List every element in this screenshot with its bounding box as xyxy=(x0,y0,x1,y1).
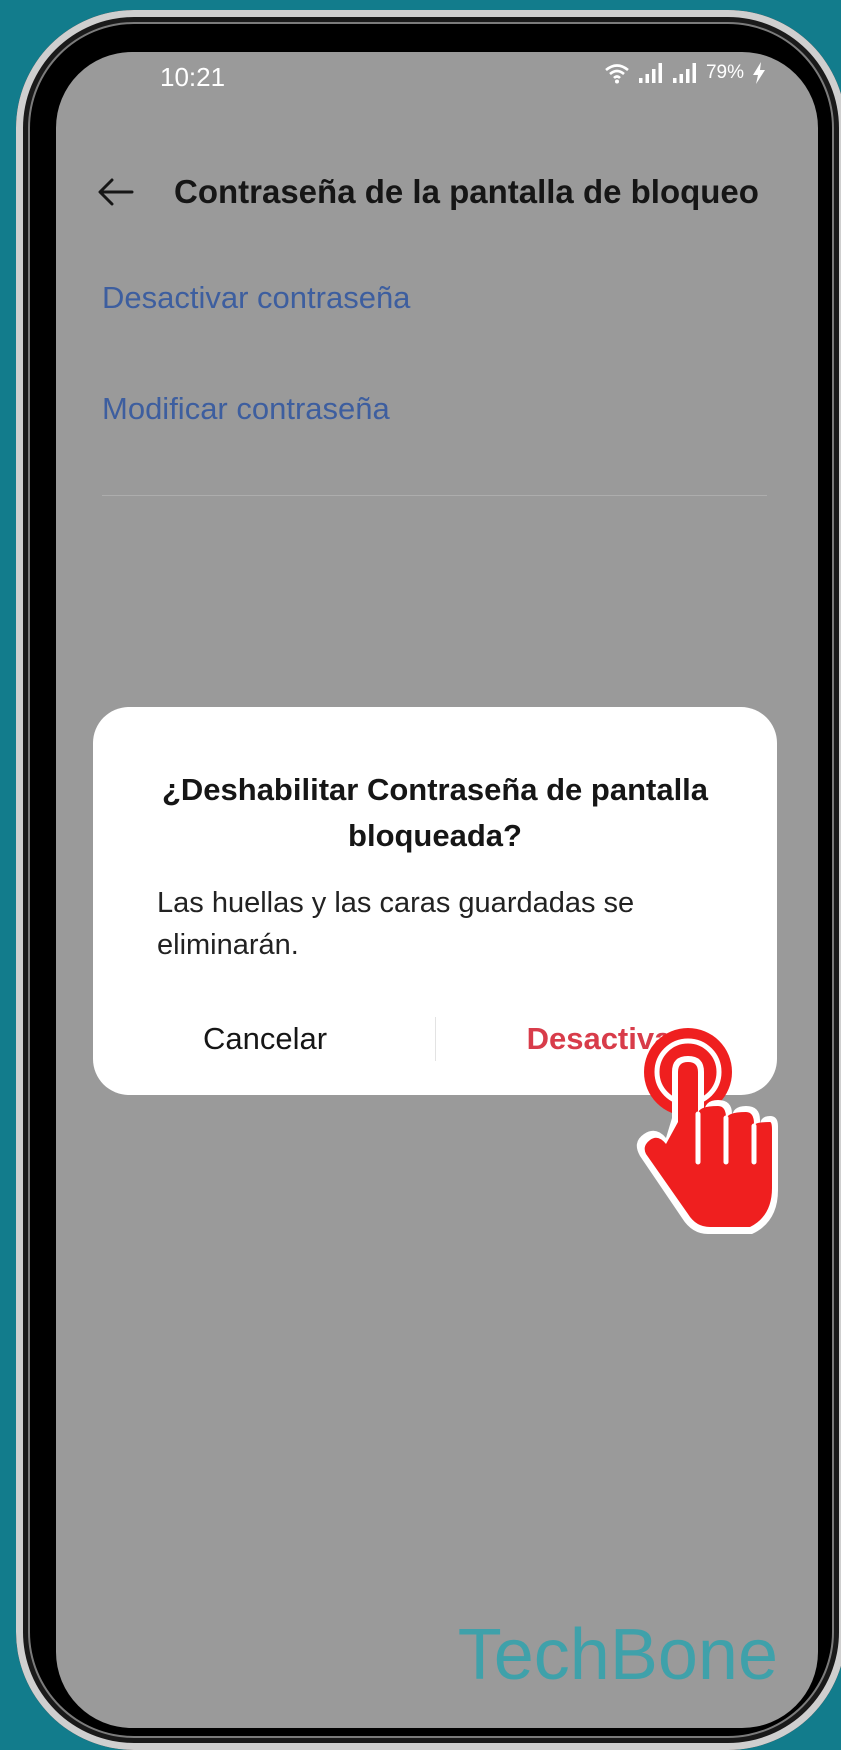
status-bar: 10:21 79% xyxy=(56,52,818,108)
header: Contraseña de la pantalla de bloqueo xyxy=(56,152,818,232)
battery-percent: 79% xyxy=(705,62,744,83)
page-title: Contraseña de la pantalla de bloqueo xyxy=(174,173,759,210)
divider xyxy=(102,495,767,496)
disable-password-option[interactable]: Desactivar contraseña xyxy=(102,280,410,316)
signal-icon xyxy=(672,62,698,84)
status-time: 10:21 xyxy=(160,62,226,92)
tap-hand-icon xyxy=(628,1022,778,1240)
modify-password-option[interactable]: Modificar contraseña xyxy=(102,391,390,427)
cancel-button[interactable]: Cancelar xyxy=(135,1007,395,1071)
status-icons: 79% xyxy=(604,62,766,84)
action-divider xyxy=(435,1017,436,1061)
watermark: TechBone xyxy=(457,1615,778,1695)
dialog-title: ¿Deshabilitar Contraseña de pantalla blo… xyxy=(161,772,709,853)
back-arrow-icon[interactable] xyxy=(96,172,136,212)
charging-icon xyxy=(752,62,766,84)
signal-icon xyxy=(638,62,664,84)
wifi-icon xyxy=(604,62,630,84)
dialog-message: Las huellas y las caras guardadas se eli… xyxy=(157,887,635,961)
